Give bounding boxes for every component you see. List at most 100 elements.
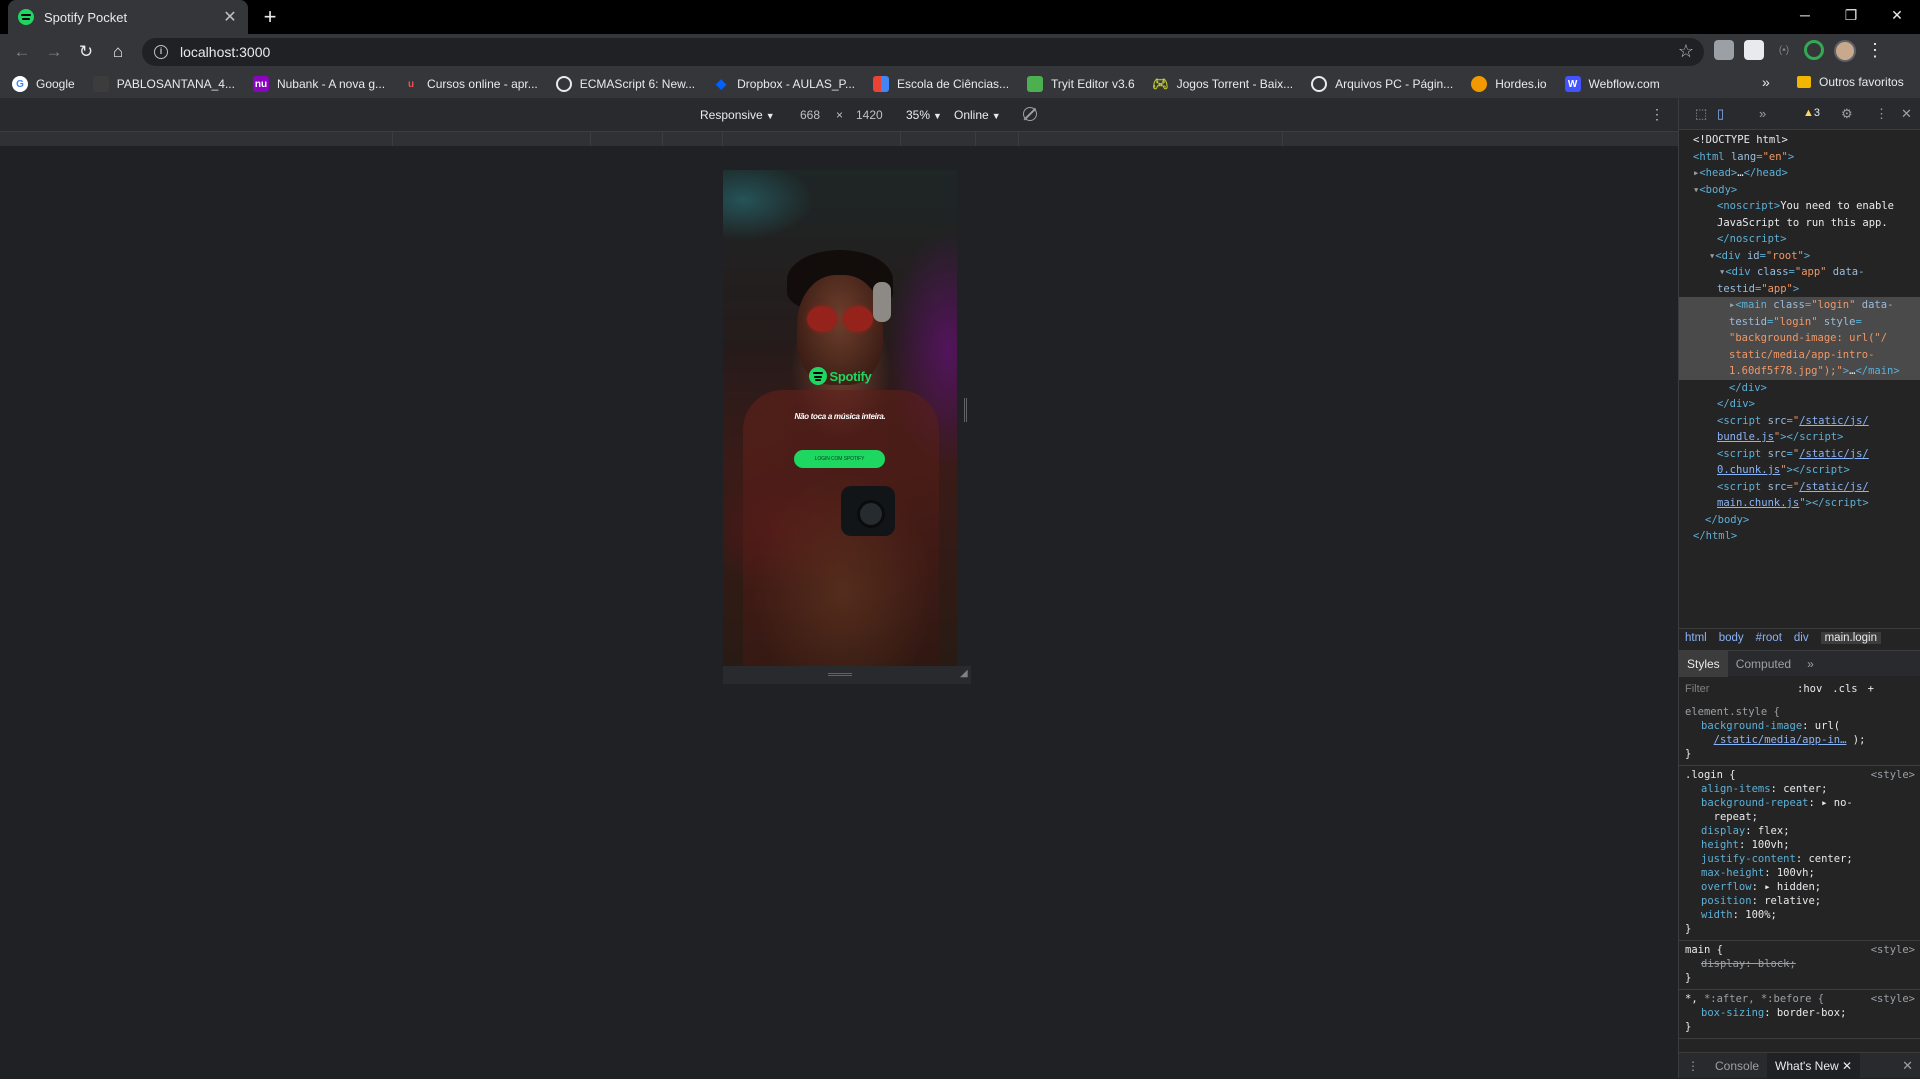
close-tab-icon[interactable]: ✕ [1842,1059,1852,1073]
dom-node[interactable]: ▸<head>…</head> [1679,165,1920,182]
dom-node-selected[interactable]: 1.60df5f78.jpg");">…</main> [1679,363,1920,380]
ruler-segment[interactable] [900,132,901,146]
browser-menu-icon[interactable]: ⋮ [1866,40,1884,62]
warnings-count[interactable]: ▲3 [1803,107,1820,119]
resize-corner-icon[interactable]: ◢ [960,668,968,679]
ruler-segment[interactable] [1018,132,1019,146]
dom-node[interactable]: <!DOCTYPE html> [1679,132,1920,149]
bookmark-item[interactable]: W Webflow.com [1564,76,1660,92]
device-mode-select[interactable]: Responsive ▼ [700,108,775,122]
dom-node[interactable]: <script src="/static/js/ [1679,413,1920,430]
breadcrumb-item[interactable]: html [1685,632,1707,644]
bookmark-item[interactable]: ◆ Dropbox - AULAS_P... [713,76,855,92]
bookmark-star-icon[interactable]: ☆ [1678,41,1694,62]
media-query-ruler[interactable] [0,132,1678,146]
inspect-element-icon[interactable]: ⬚ [1695,106,1707,122]
tab-computed[interactable]: Computed [1728,651,1799,677]
bookmark-item[interactable]: Tryit Editor v3.6 [1027,76,1135,92]
resize-handle-right[interactable] [964,398,967,422]
minimize-button[interactable]: ─ [1782,0,1828,30]
restore-button[interactable]: ❐ [1828,0,1874,30]
extension-icon-2[interactable]: (•) [1774,40,1794,60]
breadcrumb-item[interactable]: body [1719,632,1744,644]
new-tab-button[interactable]: + [258,6,282,28]
dom-node[interactable]: <script src="/static/js/ [1679,479,1920,496]
dom-node-selected[interactable]: ▸<main class="login" data- [1679,297,1920,314]
add-rule-icon[interactable]: + [1868,683,1874,695]
breadcrumb-item[interactable]: main.login [1820,631,1882,644]
close-devtools-icon[interactable]: ✕ [1901,106,1912,122]
dom-node[interactable]: ▾<div class="app" data- [1679,264,1920,281]
bookmark-item[interactable]: u Cursos online - apr... [403,76,538,92]
dom-node-selected[interactable]: static/media/app-intro- [1679,346,1920,363]
tab-console[interactable]: Console [1707,1053,1767,1079]
bookmark-item[interactable]: Arquivos PC - Págin... [1311,76,1453,92]
rotate-icon[interactable] [1023,107,1037,121]
dom-node[interactable]: 0.chunk.js"></script> [1679,462,1920,479]
breadcrumb-item[interactable]: div [1794,632,1809,644]
dom-node[interactable]: ▾<body> [1679,182,1920,199]
ruler-segment[interactable] [590,132,591,146]
device-toggle-icon[interactable]: ▯ [1717,106,1724,122]
dom-node[interactable]: main.chunk.js"></script> [1679,495,1920,512]
zoom-select[interactable]: 35% ▼ [906,108,942,122]
ruler-segment[interactable] [662,132,663,146]
device-options-icon[interactable]: ⋮ [1650,106,1664,123]
resize-handle-bottom[interactable] [828,673,852,676]
info-icon[interactable]: i [154,45,168,59]
hover-state-toggle[interactable]: :hov [1797,683,1822,695]
ruler-segment[interactable] [722,132,723,146]
back-button[interactable]: ← [6,36,38,68]
home-button[interactable]: ⌂ [102,36,134,68]
css-rule[interactable]: *, *:after, *:before {<style> box-sizing… [1679,990,1920,1039]
browser-tab[interactable]: Spotify Pocket ✕ [8,0,248,34]
dom-node[interactable]: </body> [1679,512,1920,529]
class-toggle[interactable]: .cls [1832,683,1857,695]
bookmark-item[interactable]: Hordes.io [1471,76,1547,92]
bookmark-item[interactable]: G Google [12,76,75,92]
close-tab-icon[interactable]: ✕ [222,7,238,27]
settings-gear-icon[interactable]: ⚙ [1841,106,1853,122]
ruler-segment[interactable] [1282,132,1283,146]
bookmark-item[interactable]: ECMAScript 6: New... [555,76,695,92]
avatar[interactable] [1834,40,1856,62]
forward-button[interactable]: → [38,36,70,68]
dom-node[interactable]: </html> [1679,528,1920,545]
dom-node[interactable]: <html lang="en"> [1679,149,1920,166]
drawer-menu-icon[interactable]: ⋮ [1679,1053,1707,1079]
login-button[interactable]: LOGIN COM SPOTIFY [794,450,885,468]
dom-node-selected[interactable]: testid="login" style= [1679,313,1920,330]
more-panels-icon[interactable]: » [1759,106,1766,121]
more-tabs-icon[interactable]: » [1799,651,1822,677]
styles-filter-input[interactable]: Filter [1685,683,1797,695]
close-drawer-icon[interactable]: ✕ [1902,1058,1913,1074]
extension-icon-3[interactable] [1804,40,1824,60]
css-rule[interactable]: main {<style> display: block; } [1679,941,1920,990]
shield-extension-icon[interactable] [1714,40,1734,60]
bookmark-item[interactable]: 🎮︎ Jogos Torrent - Baix... [1152,76,1293,92]
close-window-button[interactable]: ✕ [1874,0,1920,30]
dom-node[interactable]: ▾<div id="root"> [1679,248,1920,265]
devtools-menu-icon[interactable]: ⋮ [1875,106,1888,122]
address-bar[interactable]: i localhost:3000 ☆ [142,38,1704,66]
width-input[interactable]: 668 [800,108,820,122]
dom-node[interactable]: </div> [1679,396,1920,413]
bookmark-item[interactable]: Escola de Ciências... [872,76,1009,92]
dom-node[interactable]: </noscript> [1679,231,1920,248]
css-rule[interactable]: .login {<style> align-items: center; bac… [1679,766,1920,941]
dom-node-selected[interactable]: "background-image: url("/ [1679,330,1920,347]
dom-node[interactable]: <script src="/static/js/ [1679,446,1920,463]
ruler-segment[interactable] [392,132,393,146]
more-bookmarks-icon[interactable]: » [1762,74,1770,90]
network-throttle-select[interactable]: Online ▼ [954,108,1001,122]
tab-whats-new[interactable]: What's New ✕ [1767,1052,1861,1079]
dom-node[interactable]: JavaScript to run this app. [1679,215,1920,232]
css-rule[interactable]: element.style { background-image: url( /… [1679,703,1920,766]
dom-node[interactable]: bundle.js"></script> [1679,429,1920,446]
tab-styles[interactable]: Styles [1679,650,1728,677]
bookmark-item[interactable]: PABLOSANTANA_4... [92,76,235,92]
other-bookmarks[interactable]: Outros favoritos [1797,75,1904,89]
ruler-segment[interactable] [975,132,976,146]
extension-icon[interactable] [1744,40,1764,60]
reload-button[interactable]: ↻ [70,36,102,68]
